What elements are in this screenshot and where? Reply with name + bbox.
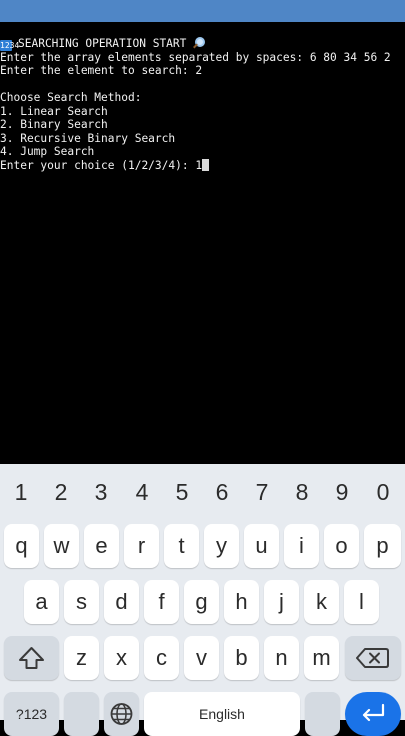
key-a[interactable]: a xyxy=(24,580,59,624)
key-e[interactable]: e xyxy=(84,524,119,568)
key-r[interactable]: r xyxy=(124,524,159,568)
key-u[interactable]: u xyxy=(244,524,279,568)
terminal-line: Enter the element to search: 2 xyxy=(0,64,203,77)
period-key[interactable] xyxy=(305,692,340,736)
key-z[interactable]: z xyxy=(64,636,99,680)
key-b[interactable]: b xyxy=(224,636,259,680)
enter-arrow-icon xyxy=(362,703,385,722)
numbers-emoji-icon: 1234 xyxy=(0,40,20,51)
number-row: 1 2 3 4 5 6 7 8 9 0 xyxy=(0,474,405,510)
magnifying-glass-icon xyxy=(192,37,206,49)
shift-arrow-icon xyxy=(19,647,44,669)
key-q[interactable]: q xyxy=(4,524,39,568)
terminal-line: SEARCHING OPERATION START xyxy=(18,37,187,50)
language-key[interactable] xyxy=(104,692,139,736)
backspace-key[interactable] xyxy=(345,636,401,680)
key-8[interactable]: 8 xyxy=(282,474,322,510)
shift-key[interactable] xyxy=(4,636,59,680)
key-h[interactable]: h xyxy=(224,580,259,624)
text-cursor xyxy=(202,158,210,171)
key-j[interactable]: j xyxy=(264,580,299,624)
terminal-line: 4. Jump Search xyxy=(0,145,95,158)
status-bar xyxy=(0,0,405,22)
terminal-output[interactable]: 1234SEARCHING OPERATION START Enter the … xyxy=(0,22,405,464)
on-screen-keyboard: 1 2 3 4 5 6 7 8 9 0 q w e r t y u i o p … xyxy=(0,464,405,736)
key-i[interactable]: i xyxy=(284,524,319,568)
terminal-input-line: Enter your choice (1/2/3/4): 1 xyxy=(0,158,405,173)
key-d[interactable]: d xyxy=(104,580,139,624)
key-5[interactable]: 5 xyxy=(162,474,202,510)
key-6[interactable]: 6 xyxy=(202,474,242,510)
key-c[interactable]: c xyxy=(144,636,179,680)
space-bar[interactable]: English xyxy=(144,692,300,736)
key-f[interactable]: f xyxy=(144,580,179,624)
key-x[interactable]: x xyxy=(104,636,139,680)
terminal-title-line: 1234SEARCHING OPERATION START xyxy=(0,37,405,51)
key-0[interactable]: 0 xyxy=(363,474,403,510)
symbols-key[interactable]: ?123 xyxy=(4,692,59,736)
globe-icon xyxy=(110,703,133,725)
key-n[interactable]: n xyxy=(264,636,299,680)
key-k[interactable]: k xyxy=(304,580,339,624)
terminal-line: 2. Binary Search xyxy=(0,118,108,131)
key-4[interactable]: 4 xyxy=(122,474,162,510)
terminal-prompt: Enter your choice (1/2/3/4): 1 xyxy=(0,158,203,172)
backspace-icon xyxy=(356,648,389,668)
key-1[interactable]: 1 xyxy=(1,474,41,510)
key-s[interactable]: s xyxy=(64,580,99,624)
key-w[interactable]: w xyxy=(44,524,79,568)
comma-key[interactable] xyxy=(64,692,99,736)
terminal-line: 3. Recursive Binary Search xyxy=(0,131,176,145)
key-y[interactable]: y xyxy=(204,524,239,568)
key-l[interactable]: l xyxy=(344,580,379,624)
key-v[interactable]: v xyxy=(184,636,219,680)
key-g[interactable]: g xyxy=(184,580,219,624)
terminal-line: Choose Search Method: xyxy=(0,91,142,104)
key-3[interactable]: 3 xyxy=(81,474,121,510)
terminal-line: Enter the array elements separated by sp… xyxy=(0,50,391,64)
key-t[interactable]: t xyxy=(164,524,199,568)
key-2[interactable]: 2 xyxy=(41,474,81,510)
key-7[interactable]: 7 xyxy=(242,474,282,510)
key-p[interactable]: p xyxy=(364,524,401,568)
key-m[interactable]: m xyxy=(304,636,339,680)
key-9[interactable]: 9 xyxy=(322,474,362,510)
key-o[interactable]: o xyxy=(324,524,359,568)
enter-key[interactable] xyxy=(345,692,401,736)
terminal-line: 1. Linear Search xyxy=(0,104,108,118)
